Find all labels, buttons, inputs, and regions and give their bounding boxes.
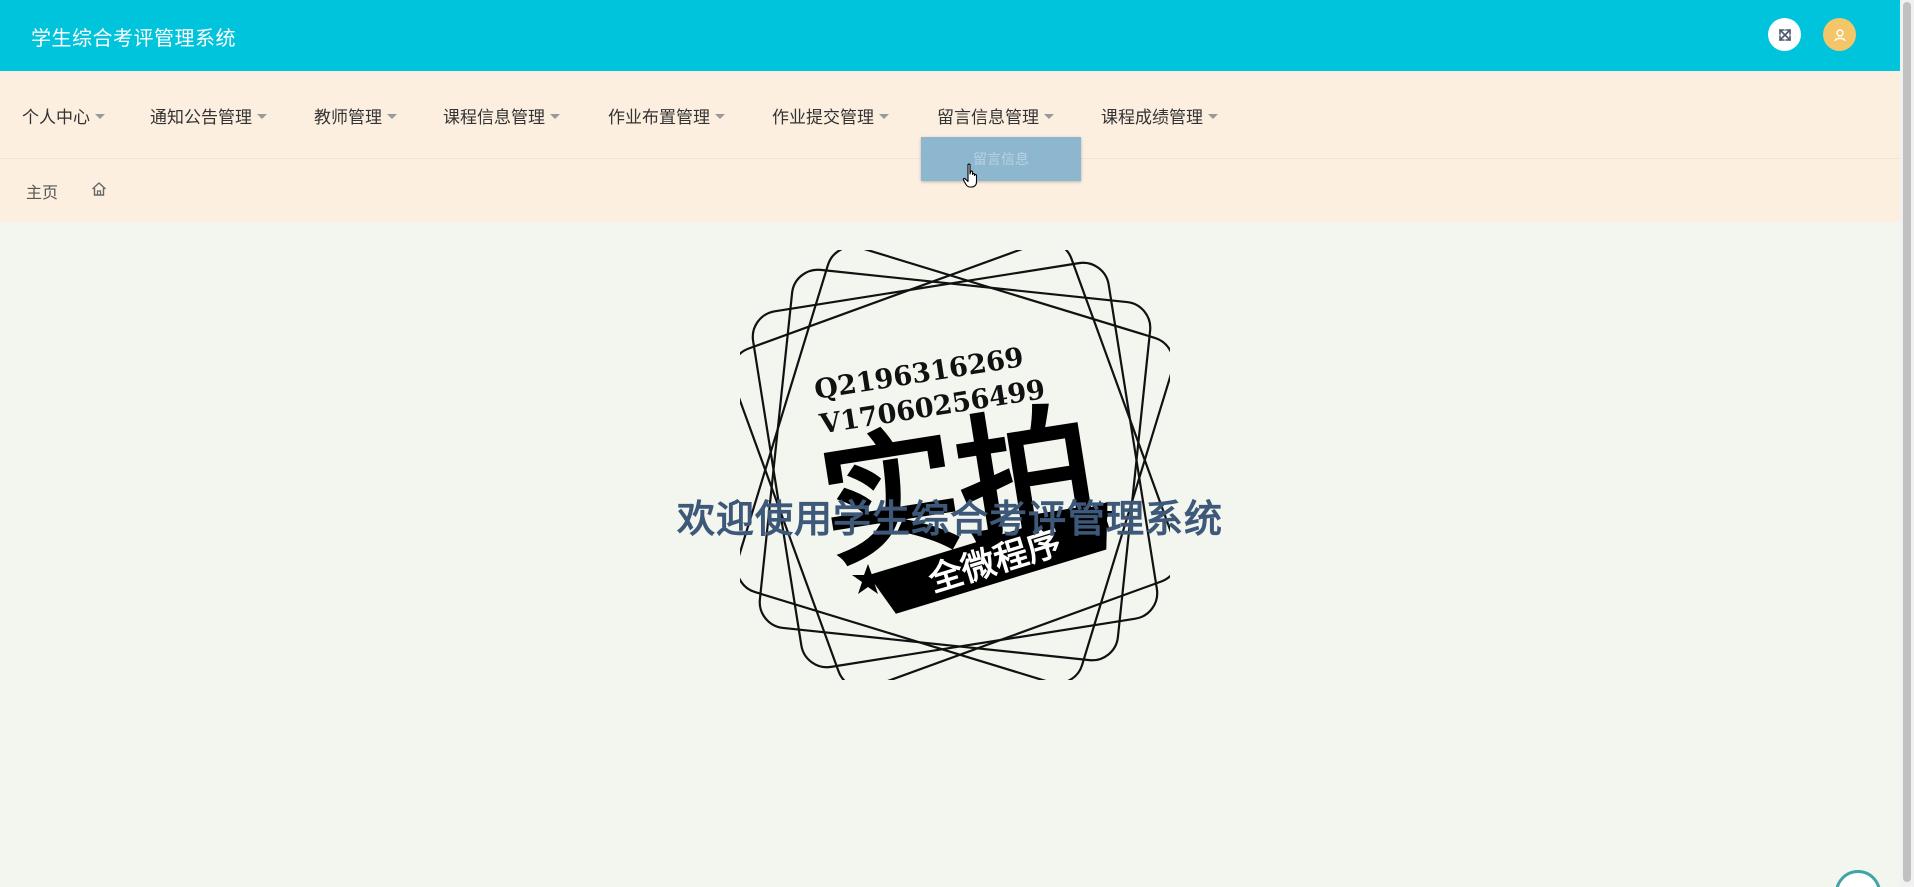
hand-pointer-icon xyxy=(962,163,978,188)
watermark-stamp: Q2196316269 V17060256499 实拍 全微程序 xyxy=(740,250,1170,680)
nav-personal-center[interactable]: 个人中心 xyxy=(22,103,105,128)
user-icon xyxy=(1833,28,1846,41)
caret-down-icon xyxy=(387,114,397,119)
caret-down-icon xyxy=(257,114,267,119)
dropdown-item-message-info[interactable]: 留言信息 xyxy=(921,137,1081,181)
nav-label: 教师管理 xyxy=(314,108,382,128)
user-avatar-button[interactable] xyxy=(1823,18,1856,51)
caret-down-icon xyxy=(1044,114,1054,119)
nav-label: 个人中心 xyxy=(22,108,90,128)
caret-down-icon xyxy=(550,114,560,119)
home-icon[interactable] xyxy=(90,180,108,198)
nav-notice-management[interactable]: 通知公告管理 xyxy=(150,103,267,128)
caret-down-icon xyxy=(879,114,889,119)
nav-label: 留言信息管理 xyxy=(937,108,1039,128)
nav-label: 作业布置管理 xyxy=(608,108,710,128)
breadcrumb-home-link[interactable]: 主页 xyxy=(26,179,58,203)
caret-down-icon xyxy=(95,114,105,119)
nav-homework-assign-management[interactable]: 作业布置管理 xyxy=(608,103,725,128)
nav-label: 课程信息管理 xyxy=(443,108,545,128)
nav-label: 通知公告管理 xyxy=(150,108,252,128)
caret-down-icon xyxy=(1208,114,1218,119)
vertical-scrollbar[interactable] xyxy=(1900,0,1914,887)
nav-label: 课程成绩管理 xyxy=(1101,108,1203,128)
top-header: 学生综合考评管理系统 xyxy=(0,0,1900,71)
nav-homework-submit-management[interactable]: 作业提交管理 xyxy=(772,103,889,128)
fullscreen-button[interactable] xyxy=(1768,18,1801,51)
welcome-heading: 欢迎使用学生综合考评管理系统 xyxy=(676,497,1223,541)
nav-teacher-management[interactable]: 教师管理 xyxy=(314,103,397,128)
nav-course-grade-management[interactable]: 课程成绩管理 xyxy=(1101,103,1218,128)
expand-arrows-icon xyxy=(1778,28,1791,41)
scrollbar-thumb[interactable] xyxy=(1903,2,1911,882)
nav-label: 作业提交管理 xyxy=(772,108,874,128)
nav-course-info-management[interactable]: 课程信息管理 xyxy=(443,103,560,128)
nav-message-management[interactable]: 留言信息管理 xyxy=(937,103,1054,128)
app-title: 学生综合考评管理系统 xyxy=(31,26,236,50)
caret-down-icon xyxy=(715,114,725,119)
